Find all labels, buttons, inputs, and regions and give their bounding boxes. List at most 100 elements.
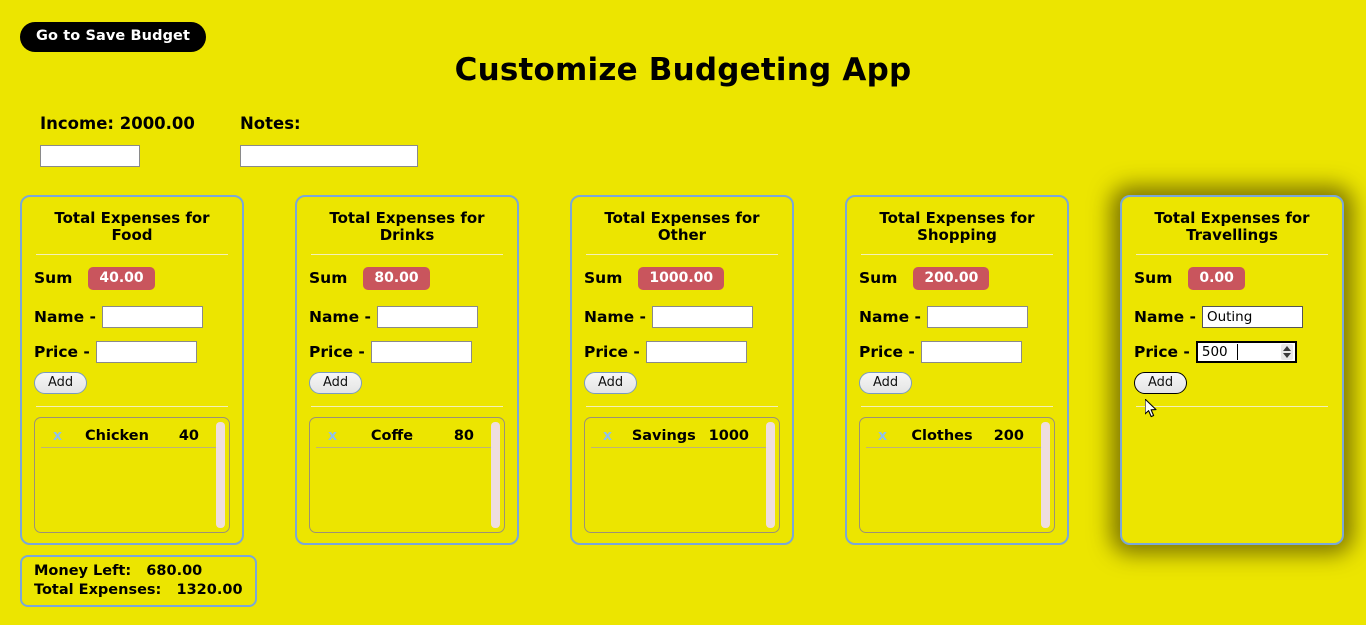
item-price: 40 [178,427,199,444]
price-input[interactable] [370,340,472,363]
item-name: Clothes [911,427,973,444]
add-expense-button[interactable]: Add [34,371,88,395]
item-name: Savings [631,427,696,444]
add-expense-button[interactable]: Add [584,371,638,395]
price-label: Price - [309,342,365,361]
item-price: 80 [453,427,474,444]
name-row: Name - [309,305,505,328]
item-name: Coffe [370,427,414,444]
expense-list: x Coffe 80 [309,417,505,533]
sum-row: Sum 80.00 [309,266,505,290]
list-scrollbar[interactable] [216,422,225,528]
card-title-line2: Travellings [1186,225,1278,244]
delete-item-link[interactable]: x [603,428,619,444]
sum-label: Sum [1134,269,1173,288]
price-label: Price - [584,342,640,361]
card-title-line1: Total Expenses for [1154,209,1310,227]
card-divider-bottom [36,406,228,408]
price-row: Price - [1134,340,1330,363]
list-item: x Chicken 40 [41,424,221,449]
price-input[interactable] [645,340,747,363]
total-expenses-line: Total Expenses: 1320.00 [34,581,243,598]
price-input[interactable] [95,340,197,363]
sum-badge: 200.00 [913,266,990,290]
sum-badge: 1000.00 [638,266,725,290]
income-input[interactable] [40,144,140,167]
name-input[interactable] [101,305,203,328]
price-stepper-wrap [1195,340,1297,363]
sum-badge: 0.00 [1188,266,1245,290]
text-caret [1236,343,1238,360]
list-scrollbar[interactable] [1041,422,1050,528]
sum-row: Sum 1000.00 [584,266,780,290]
page-title: Customize Budgeting App [454,52,912,88]
price-label: Price - [34,342,90,361]
expense-list: x Clothes 200 [859,417,1055,533]
expense-card-shopping: Total Expenses for Shopping Sum 200.00 Name … [845,195,1069,545]
go-to-save-budget-button[interactable]: Go to Save Budget [20,22,207,52]
name-label: Name - [584,307,646,326]
card-divider-bottom [1136,406,1328,408]
notes-input[interactable] [240,144,418,167]
list-item: x Clothes 200 [866,424,1046,449]
card-title: Total Expenses for Travellings [1134,210,1330,244]
price-input[interactable] [920,340,1022,363]
item-name: Chicken [85,427,149,444]
card-title-line1: Total Expenses for [329,209,485,227]
card-divider-top [861,253,1053,255]
card-divider-top [586,253,778,255]
name-label: Name - [34,307,96,326]
card-title: Total Expenses for Other [584,210,780,244]
card-divider-bottom [586,406,778,408]
price-row: Price - [309,340,505,363]
card-divider-bottom [311,406,503,408]
income-notes-row: Income: 2000.00 Notes: [40,114,418,167]
expense-card-drinks: Total Expenses for Drinks Sum 80.00 Name - Pr… [295,195,519,545]
add-expense-button[interactable]: Add [1134,371,1188,395]
add-expense-button[interactable]: Add [859,371,913,395]
name-input[interactable] [1201,305,1303,328]
card-title: Total Expenses for Shopping [859,210,1055,244]
add-expense-button[interactable]: Add [309,371,363,395]
price-row: Price - [34,340,230,363]
name-row: Name - [34,305,230,328]
money-left-line: Money Left: 680.00 [34,563,203,579]
card-title-line2: Other [657,225,707,244]
income-label: Income: 2000.00 [40,114,195,133]
delete-item-link[interactable]: x [328,428,344,444]
name-label: Name - [309,307,371,326]
card-title-line2: Drinks [379,225,435,244]
name-input[interactable] [376,305,478,328]
name-label: Name - [1134,307,1196,326]
delete-item-link[interactable]: x [878,428,894,444]
card-divider-top [1136,253,1328,255]
expense-card-food: Total Expenses for Food Sum 40.00 Name - Pric… [20,195,244,545]
expense-list: x Chicken 40 [34,417,230,533]
name-label: Name - [859,307,921,326]
item-price: 200 [993,427,1024,444]
sum-badge: 40.00 [88,266,155,290]
notes-label: Notes: [240,114,301,133]
name-row: Name - [584,305,780,328]
expense-card-other: Total Expenses for Other Sum 1000.00 Name - P… [570,195,794,545]
price-spinner-icon[interactable] [1280,343,1293,360]
expense-cards-container: Total Expenses for Food Sum 40.00 Name - Pric… [20,195,1344,545]
delete-item-link[interactable]: x [53,428,69,444]
list-item: x Savings 1000 [591,424,771,449]
card-divider-top [311,253,503,255]
card-title-line1: Total Expenses for [54,209,210,227]
sum-label: Sum [309,269,348,288]
totals-summary: Money Left: 680.00 Total Expenses: 1320.… [20,555,257,608]
list-scrollbar[interactable] [491,422,500,528]
name-input[interactable] [651,305,753,328]
card-divider-bottom [861,406,1053,408]
list-scrollbar[interactable] [766,422,775,528]
sum-label: Sum [859,269,898,288]
name-row: Name - [1134,305,1330,328]
card-title: Total Expenses for Food [34,210,230,244]
price-row: Price - [859,340,1055,363]
expense-card-travellings: Total Expenses for Travellings Sum 0.00 Name… [1120,195,1344,545]
name-input[interactable] [926,305,1028,328]
sum-row: Sum 0.00 [1134,266,1330,290]
card-title-line2: Food [111,225,153,244]
